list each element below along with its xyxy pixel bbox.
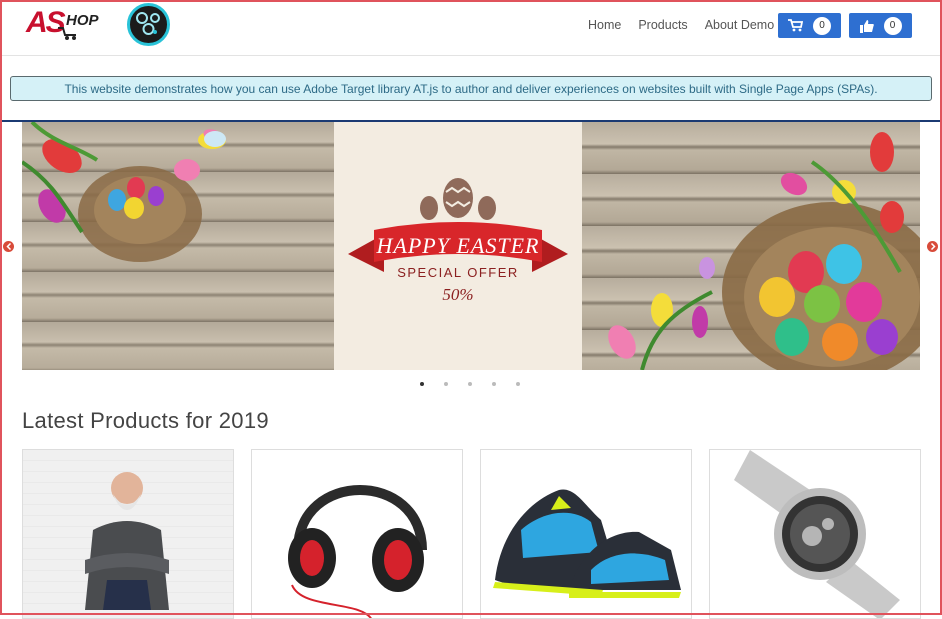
hero-carousel[interactable]: HAPPY EASTER SPECIAL OFFER 50% bbox=[22, 122, 920, 370]
easter-nest-illustration-right bbox=[608, 132, 920, 370]
carousel-dot-2[interactable] bbox=[444, 382, 448, 386]
product-image-man bbox=[85, 472, 169, 610]
carousel-dot-5[interactable] bbox=[516, 382, 520, 386]
carousel-indicators bbox=[420, 382, 520, 386]
slide-image-left bbox=[22, 122, 334, 370]
site-header: AS HOP Home Products About Demo 0 0 bbox=[0, 0, 942, 56]
section-title: Latest Products for 2019 bbox=[22, 408, 269, 433]
nav-products[interactable]: Products bbox=[638, 18, 687, 32]
easter-nest-illustration-left bbox=[22, 122, 226, 262]
carousel-prev-button[interactable] bbox=[3, 241, 14, 252]
offer-discount: 50% bbox=[442, 285, 474, 304]
offer-headline: HAPPY EASTER bbox=[376, 233, 540, 258]
carousel-dot-3[interactable] bbox=[468, 382, 472, 386]
cart-logo-icon bbox=[58, 27, 76, 40]
cart-count-badge: 0 bbox=[813, 16, 831, 35]
chevron-left-icon bbox=[5, 243, 11, 250]
slide-offer-panel: HAPPY EASTER SPECIAL OFFER 50% bbox=[334, 122, 582, 370]
product-card[interactable] bbox=[22, 449, 234, 619]
product-card[interactable] bbox=[480, 449, 692, 619]
nav-about-demo[interactable]: About Demo bbox=[705, 18, 774, 32]
carousel-dot-4[interactable] bbox=[492, 382, 496, 386]
product-grid bbox=[22, 449, 921, 619]
chevron-right-icon bbox=[930, 243, 936, 250]
target-icon bbox=[136, 12, 160, 35]
site-logo[interactable]: AS HOP bbox=[26, 6, 126, 44]
nav-home[interactable]: Home bbox=[588, 18, 621, 32]
likes-count-badge: 0 bbox=[883, 16, 902, 35]
cart-button[interactable]: 0 bbox=[778, 13, 841, 38]
product-image-headphones bbox=[288, 485, 427, 618]
product-card[interactable] bbox=[709, 449, 921, 619]
likes-button[interactable]: 0 bbox=[849, 13, 912, 38]
main-nav: Home Products About Demo bbox=[588, 18, 791, 32]
thumbs-up-icon bbox=[859, 19, 874, 33]
offer-subline: SPECIAL OFFER bbox=[397, 265, 519, 280]
product-image-sneakers bbox=[493, 489, 681, 598]
carousel-dot-1[interactable] bbox=[420, 382, 424, 386]
adobe-target-logo bbox=[127, 3, 170, 46]
carousel-next-button[interactable] bbox=[927, 241, 938, 252]
cart-icon bbox=[788, 19, 803, 32]
product-image-watch bbox=[734, 450, 900, 618]
product-card[interactable] bbox=[251, 449, 463, 619]
info-banner: This website demonstrates how you can us… bbox=[10, 76, 932, 101]
slide-image-right bbox=[582, 122, 920, 370]
